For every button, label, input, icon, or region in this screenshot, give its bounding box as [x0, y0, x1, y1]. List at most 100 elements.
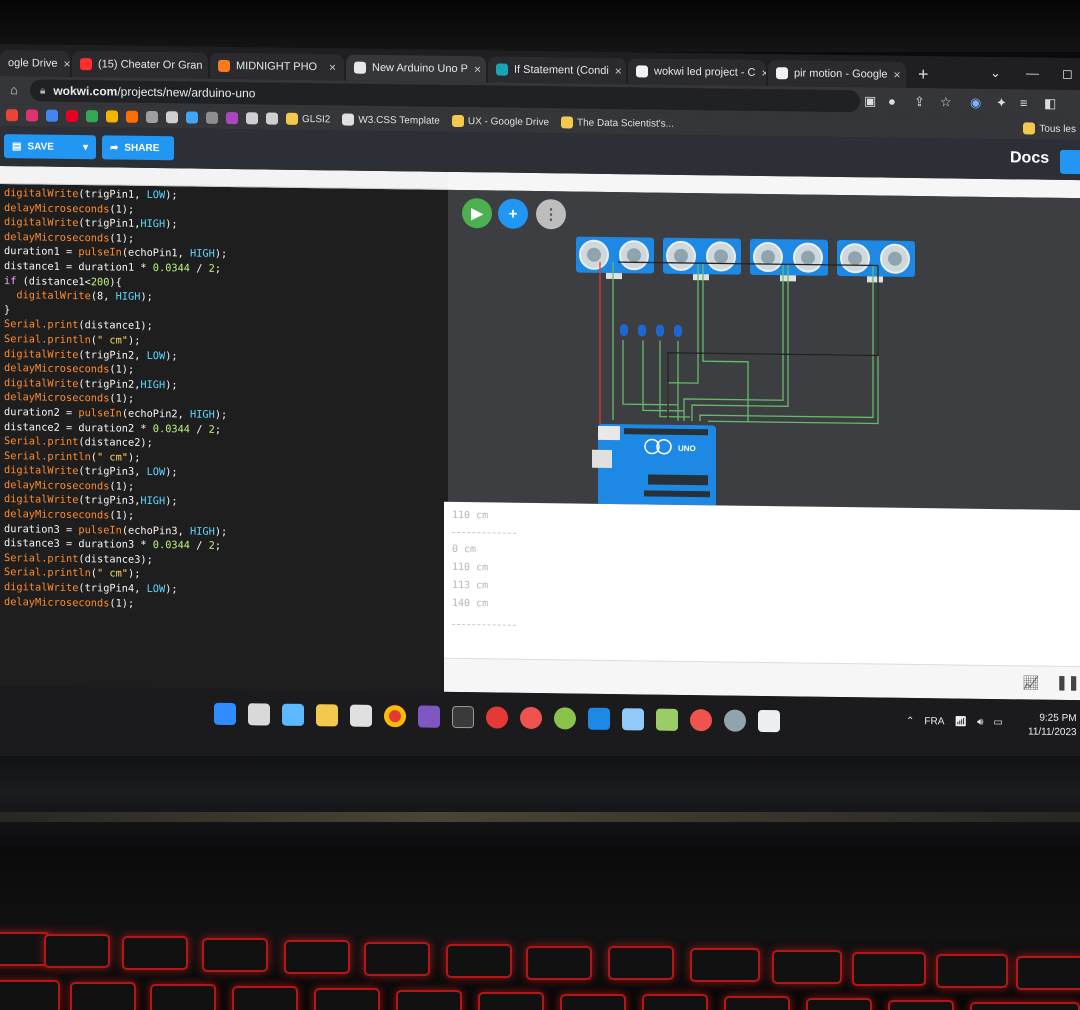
tab-favicon-icon: [80, 58, 92, 71]
code-token: " cm": [97, 567, 128, 581]
vscode-icon[interactable]: [588, 707, 610, 730]
browser-tab[interactable]: MIDNIGHT PHO ×: [210, 52, 344, 81]
led[interactable]: [620, 324, 628, 337]
keyboard-key: [314, 988, 380, 1010]
code-token: );: [128, 451, 141, 464]
task-view-icon[interactable]: [248, 703, 270, 726]
close-tab-icon[interactable]: ×: [615, 64, 622, 78]
visual-studio-icon[interactable]: [418, 705, 440, 728]
settings-icon[interactable]: [724, 709, 746, 732]
volume-icon[interactable]: 🔊︎: [977, 717, 983, 728]
maximize-icon[interactable]: ◻: [1062, 66, 1073, 82]
ultrasonic-sensor[interactable]: [663, 237, 741, 281]
opera-icon[interactable]: [486, 706, 508, 729]
start-icon[interactable]: [214, 702, 236, 726]
code-token: Serial.println: [4, 449, 91, 463]
new-tab-button[interactable]: +: [918, 64, 929, 85]
extension-icon[interactable]: ◉: [970, 95, 981, 111]
keyboard-key: [888, 1000, 954, 1010]
bookmark-icon[interactable]: [246, 112, 258, 125]
app-icon[interactable]: [554, 707, 576, 730]
app-icon[interactable]: [758, 709, 780, 733]
screenshot-icon[interactable]: ▣: [864, 93, 876, 109]
puzzle-icon[interactable]: ✦: [996, 95, 1007, 111]
bookmark-item[interactable]: GLSI2: [286, 112, 330, 126]
close-tab-icon[interactable]: ×: [474, 62, 481, 76]
terminal-icon[interactable]: [452, 705, 474, 729]
google-lens-icon[interactable]: ●: [888, 94, 896, 109]
led[interactable]: [656, 324, 664, 337]
profile-button[interactable]: [1060, 149, 1080, 175]
app-icon[interactable]: [520, 706, 542, 730]
chevron-down-icon[interactable]: ▾: [83, 142, 88, 153]
bookmark-icon[interactable]: [266, 112, 278, 125]
close-tab-icon[interactable]: ×: [761, 66, 766, 80]
battery-icon[interactable]: ▭: [993, 717, 1002, 728]
tab-search-icon[interactable]: ⌄: [990, 65, 1001, 81]
clock[interactable]: 9:25 PM 11/11/2023: [1028, 711, 1077, 740]
code-editor[interactable]: digitalWrite(trigPin1, LOW); delayMicrose…: [0, 166, 448, 692]
led[interactable]: [674, 324, 682, 337]
browser-tab[interactable]: If Statement (Condi ×: [488, 56, 626, 85]
code-token: (trigPin3,: [78, 465, 147, 479]
browser-tab[interactable]: New Arduino Uno P ×: [346, 54, 486, 83]
other-bookmarks[interactable]: Tous les: [1023, 122, 1076, 135]
browser-tab[interactable]: ogle Drive ×: [0, 50, 70, 77]
led[interactable]: [638, 324, 646, 337]
side-panel-icon[interactable]: ◧: [1044, 96, 1056, 112]
plotter-icon[interactable]: 📈︎: [1022, 674, 1040, 691]
pinterest-icon[interactable]: [66, 109, 78, 123]
bookmark-icon[interactable]: [86, 110, 98, 123]
code-area[interactable]: digitalWrite(trigPin1, LOW); delayMicrose…: [4, 186, 448, 615]
store-icon[interactable]: [350, 704, 372, 727]
close-tab-icon[interactable]: ×: [329, 60, 336, 74]
reading-list-icon[interactable]: ≡: [1020, 95, 1028, 110]
share-button[interactable]: ➦ SHARE: [102, 135, 174, 161]
browser-tab[interactable]: (15) Cheater Or Gran×: [72, 50, 208, 79]
bookmark-item[interactable]: W3.CSS Template: [342, 113, 440, 126]
keyboard-key: [970, 1002, 1080, 1010]
bookmark-icon[interactable]: [186, 111, 198, 124]
code-token: (trigPin1,: [78, 217, 141, 231]
code-token: digitalWrite: [4, 464, 79, 478]
ultrasonic-sensor[interactable]: [837, 239, 915, 283]
browser-tab[interactable]: wokwi led project - C ×: [628, 58, 766, 87]
bookmark-star-icon[interactable]: ☆: [940, 94, 952, 110]
widgets-icon[interactable]: [282, 703, 304, 726]
bookmark-item[interactable]: The Data Scientist's...: [561, 116, 674, 129]
close-tab-icon[interactable]: ×: [894, 68, 901, 82]
chrome-icon[interactable]: [384, 705, 406, 728]
file-explorer-icon[interactable]: [316, 704, 338, 727]
pause-icon[interactable]: ❚❚: [1056, 674, 1079, 691]
app-icon[interactable]: [622, 708, 644, 731]
chevron-up-icon[interactable]: ⌃: [906, 716, 914, 727]
home-icon[interactable]: ⌂: [10, 82, 18, 97]
share-icon[interactable]: ⇪: [914, 94, 925, 110]
bookmark-item[interactable]: UX - Google Drive: [451, 114, 549, 128]
save-button[interactable]: ▤ SAVE ▾: [4, 134, 96, 160]
minimize-icon[interactable]: —: [1026, 65, 1039, 80]
ultrasonic-sensor[interactable]: [576, 236, 654, 280]
laptop-screen: ogle Drive×(15) Cheater Or Gran×MIDNIGHT…: [0, 44, 1080, 771]
browser-tab[interactable]: pir motion - Google ×: [768, 60, 906, 88]
bookmark-icon[interactable]: [206, 111, 218, 124]
ultrasonic-sensor[interactable]: [750, 238, 828, 282]
wifi-icon[interactable]: 📶︎: [954, 716, 967, 727]
bookmark-icon[interactable]: [126, 110, 138, 123]
app-icon[interactable]: [690, 709, 712, 732]
tab-title: (15) Cheater Or Gran: [98, 58, 203, 72]
bookmark-icon[interactable]: [226, 111, 238, 125]
bookmark-icon[interactable]: [166, 111, 178, 124]
simulation-canvas[interactable]: ▶ + ⋮ UNO: [448, 189, 1080, 511]
bookmark-icon[interactable]: [46, 109, 58, 122]
close-tab-icon[interactable]: ×: [64, 57, 70, 71]
instagram-icon[interactable]: [26, 109, 38, 122]
code-token: (echoPin3,: [121, 524, 191, 538]
bookmark-icon[interactable]: [146, 110, 158, 124]
gmail-icon[interactable]: [6, 109, 18, 122]
app-icon[interactable]: [656, 708, 678, 731]
bookmark-icon[interactable]: [106, 110, 118, 123]
code-token: HIGH: [140, 218, 166, 231]
language-indicator[interactable]: FRA: [924, 716, 944, 727]
docs-link[interactable]: Docs: [1010, 149, 1049, 168]
